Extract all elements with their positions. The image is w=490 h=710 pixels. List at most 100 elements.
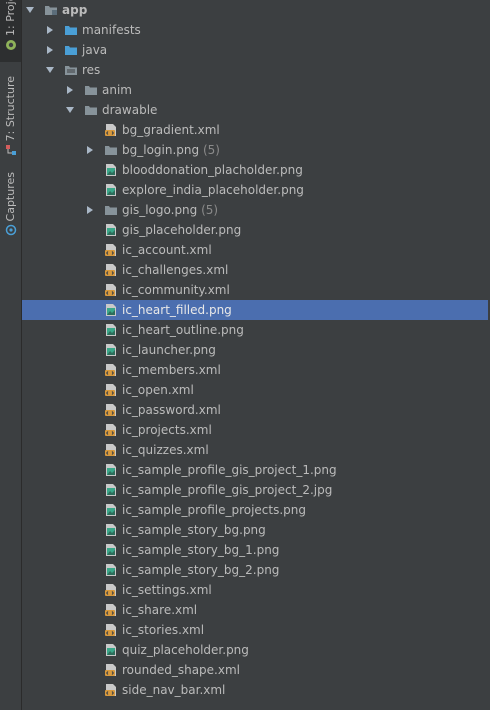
captures-tool-tab[interactable]: Captures — [0, 172, 21, 236]
android-icon — [5, 39, 17, 51]
tree-row[interactable]: ic_heart_outline.png — [22, 320, 490, 340]
image-file-icon — [104, 543, 118, 557]
tree-row[interactable]: anim — [22, 80, 490, 100]
tree-row[interactable]: blooddonation_placholder.png — [22, 160, 490, 180]
image-file-icon — [104, 343, 118, 357]
collapse-arrow-icon[interactable] — [45, 25, 55, 35]
tree-item-label: ic_stories.xml — [122, 623, 204, 637]
tree-item-label: side_nav_bar.xml — [122, 683, 225, 697]
expand-arrow-icon[interactable] — [45, 65, 55, 75]
tree-row[interactable]: ic_community.xml — [22, 280, 490, 300]
expand-arrow-icon[interactable] — [25, 5, 35, 15]
tree-row[interactable]: ic_quizzes.xml — [22, 440, 490, 460]
tree-row[interactable]: java — [22, 40, 490, 60]
tree-row[interactable]: res — [22, 60, 490, 80]
tree-row[interactable]: ic_launcher.png — [22, 340, 490, 360]
expand-arrow-icon[interactable] — [65, 105, 75, 115]
tree-row[interactable]: ic_settings.xml — [22, 580, 490, 600]
tree-row[interactable]: ic_sample_profile_projects.png — [22, 500, 490, 520]
xml-file-icon — [104, 663, 118, 677]
tree-item-label: java — [82, 43, 107, 57]
tree-row[interactable]: ic_sample_story_bg.png — [22, 520, 490, 540]
image-file-icon — [104, 643, 118, 657]
folder-icon — [64, 43, 78, 57]
tree-row[interactable]: app — [22, 0, 490, 20]
image-file-icon — [104, 323, 118, 337]
image-file-icon — [104, 463, 118, 477]
file-name: ic_open.xml — [122, 383, 194, 397]
file-name: rounded_shape.xml — [122, 663, 240, 677]
tree-row[interactable]: ic_challenges.xml — [22, 260, 490, 280]
xml-file-icon — [104, 683, 118, 697]
file-name: gis_placeholder.png — [122, 223, 242, 237]
tree-item-label: gis_logo.png (5) — [122, 203, 218, 217]
tree-row[interactable]: ic_password.xml — [22, 400, 490, 420]
collapse-arrow-icon[interactable] — [65, 85, 75, 95]
tree-row[interactable]: ic_projects.xml — [22, 420, 490, 440]
file-name: ic_quizzes.xml — [122, 443, 209, 457]
tree-row[interactable]: manifests — [22, 20, 490, 40]
tree-row[interactable]: ic_members.xml — [22, 360, 490, 380]
collapse-arrow-icon[interactable] — [45, 45, 55, 55]
tree-row[interactable]: ic_sample_profile_gis_project_1.png — [22, 460, 490, 480]
tree-row[interactable]: side_nav_bar.xml — [22, 680, 490, 700]
file-name: res — [82, 63, 101, 77]
file-name: ic_sample_story_bg_1.png — [122, 543, 280, 557]
file-name: ic_projects.xml — [122, 423, 212, 437]
file-name: ic_community.xml — [122, 283, 230, 297]
file-name: ic_sample_story_bg_2.png — [122, 563, 280, 577]
file-name: ic_stories.xml — [122, 623, 205, 637]
image-file-icon — [104, 303, 118, 317]
folder-icon — [64, 23, 78, 37]
file-name: gis_logo.png — [122, 203, 198, 217]
variant-count: (5) — [199, 143, 220, 157]
xml-file-icon — [104, 443, 118, 457]
tree-row[interactable]: drawable — [22, 100, 490, 120]
file-name: bg_gradient.xml — [122, 123, 220, 137]
tree-row[interactable]: bg_login.png (5) — [22, 140, 490, 160]
folder-icon — [104, 143, 118, 157]
project-tree[interactable]: app manifests java res anim drawable bg_gradie… — [22, 0, 490, 710]
tree-row[interactable]: quiz_placeholder.png — [22, 640, 490, 660]
tree-item-label: ic_heart_outline.png — [122, 323, 244, 337]
tree-row[interactable]: ic_sample_story_bg_2.png — [22, 560, 490, 580]
tree-item-label: ic_challenges.xml — [122, 263, 228, 277]
xml-file-icon — [104, 363, 118, 377]
tree-item-label: quiz_placeholder.png — [122, 643, 249, 657]
tree-item-label: drawable — [102, 103, 157, 117]
image-file-icon — [104, 183, 118, 197]
xml-file-icon — [104, 263, 118, 277]
file-name: ic_password.xml — [122, 403, 221, 417]
tree-row[interactable]: ic_stories.xml — [22, 620, 490, 640]
tree-row[interactable]: ic_account.xml — [22, 240, 490, 260]
tree-item-label: bg_login.png (5) — [122, 143, 220, 157]
tree-row[interactable]: gis_placeholder.png — [22, 220, 490, 240]
file-name: anim — [102, 83, 132, 97]
collapse-arrow-icon[interactable] — [85, 145, 95, 155]
tree-item-label: ic_share.xml — [122, 603, 197, 617]
tree-row-selected[interactable]: ic_heart_filled.png — [22, 300, 490, 320]
tree-item-label: ic_members.xml — [122, 363, 221, 377]
tree-item-label: ic_sample_profile_gis_project_1.png — [122, 463, 337, 477]
tree-row[interactable]: explore_india_placeholder.png — [22, 180, 490, 200]
tree-row[interactable]: ic_sample_story_bg_1.png — [22, 540, 490, 560]
tree-item-label: ic_heart_filled.png — [122, 303, 232, 317]
project-tool-tab[interactable]: 1: Project — [0, 0, 21, 62]
tree-row[interactable]: bg_gradient.xml — [22, 120, 490, 140]
tree-item-label: app — [62, 3, 87, 17]
module-folder-icon — [44, 3, 58, 17]
image-file-icon — [104, 223, 118, 237]
structure-tool-tab[interactable]: 7: Structure — [0, 76, 21, 156]
tree-row[interactable]: ic_sample_profile_gis_project_2.jpg — [22, 480, 490, 500]
tree-row[interactable]: ic_share.xml — [22, 600, 490, 620]
tree-item-label: rounded_shape.xml — [122, 663, 240, 677]
collapse-arrow-icon[interactable] — [85, 205, 95, 215]
tree-item-label: ic_open.xml — [122, 383, 194, 397]
folder-icon — [84, 103, 98, 117]
tree-row[interactable]: gis_logo.png (5) — [22, 200, 490, 220]
tree-item-label: gis_placeholder.png — [122, 223, 241, 237]
file-name: ic_share.xml — [122, 603, 198, 617]
tree-row[interactable]: ic_open.xml — [22, 380, 490, 400]
folder-icon — [84, 83, 98, 97]
tree-row[interactable]: rounded_shape.xml — [22, 660, 490, 680]
